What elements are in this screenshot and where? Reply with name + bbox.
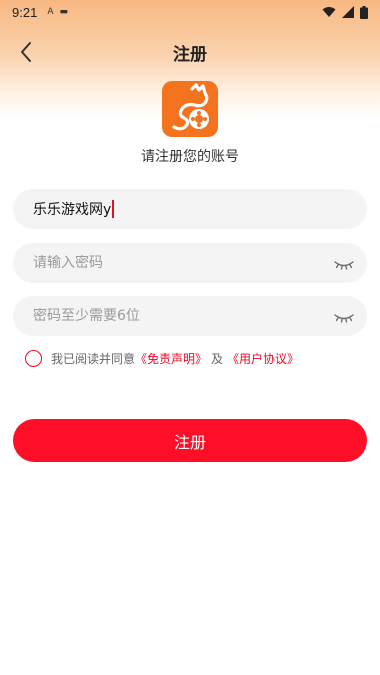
confirm-password-input[interactable] (33, 308, 347, 324)
nav-header: 注册 (0, 30, 380, 74)
signal-icon (342, 6, 354, 18)
agreement-row: 我已阅读并同意 《免责声明》 及 《用户协议》 (25, 349, 299, 367)
agreement-prefix: 我已阅读并同意 (51, 351, 136, 366)
register-subtitle: 请注册您的账号 (141, 149, 239, 165)
password-field[interactable] (13, 243, 367, 283)
wifi-icon (322, 7, 336, 17)
agreement-radio[interactable] (25, 349, 42, 367)
confirm-password-field[interactable] (13, 296, 367, 336)
page-title: 注册 (173, 44, 207, 65)
back-button[interactable] (8, 34, 44, 70)
eye-closed-icon[interactable] (333, 306, 355, 326)
agreement-connector: 及 (211, 351, 224, 366)
notification-box-icon: ▬ (59, 7, 68, 17)
app-logo (162, 81, 218, 137)
user-agreement-link[interactable]: 《用户协议》 (227, 350, 299, 367)
chevron-left-icon (21, 42, 31, 62)
text-cursor (112, 200, 115, 218)
disclaimer-link[interactable]: 《免责声明》 (135, 350, 207, 367)
password-input[interactable] (33, 255, 347, 271)
username-field[interactable]: 乐乐游戏网y (13, 189, 367, 229)
eye-closed-icon[interactable] (333, 253, 355, 273)
status-bar: 9:21 A ▬ (0, 0, 380, 24)
status-time: 9:21 (12, 4, 38, 20)
username-value[interactable]: 乐乐游戏网y (33, 199, 111, 219)
notification-a-icon: A (47, 7, 54, 17)
film-cat-logo-icon (172, 83, 209, 131)
battery-icon (360, 5, 368, 19)
register-button[interactable]: 注册 (13, 419, 367, 462)
